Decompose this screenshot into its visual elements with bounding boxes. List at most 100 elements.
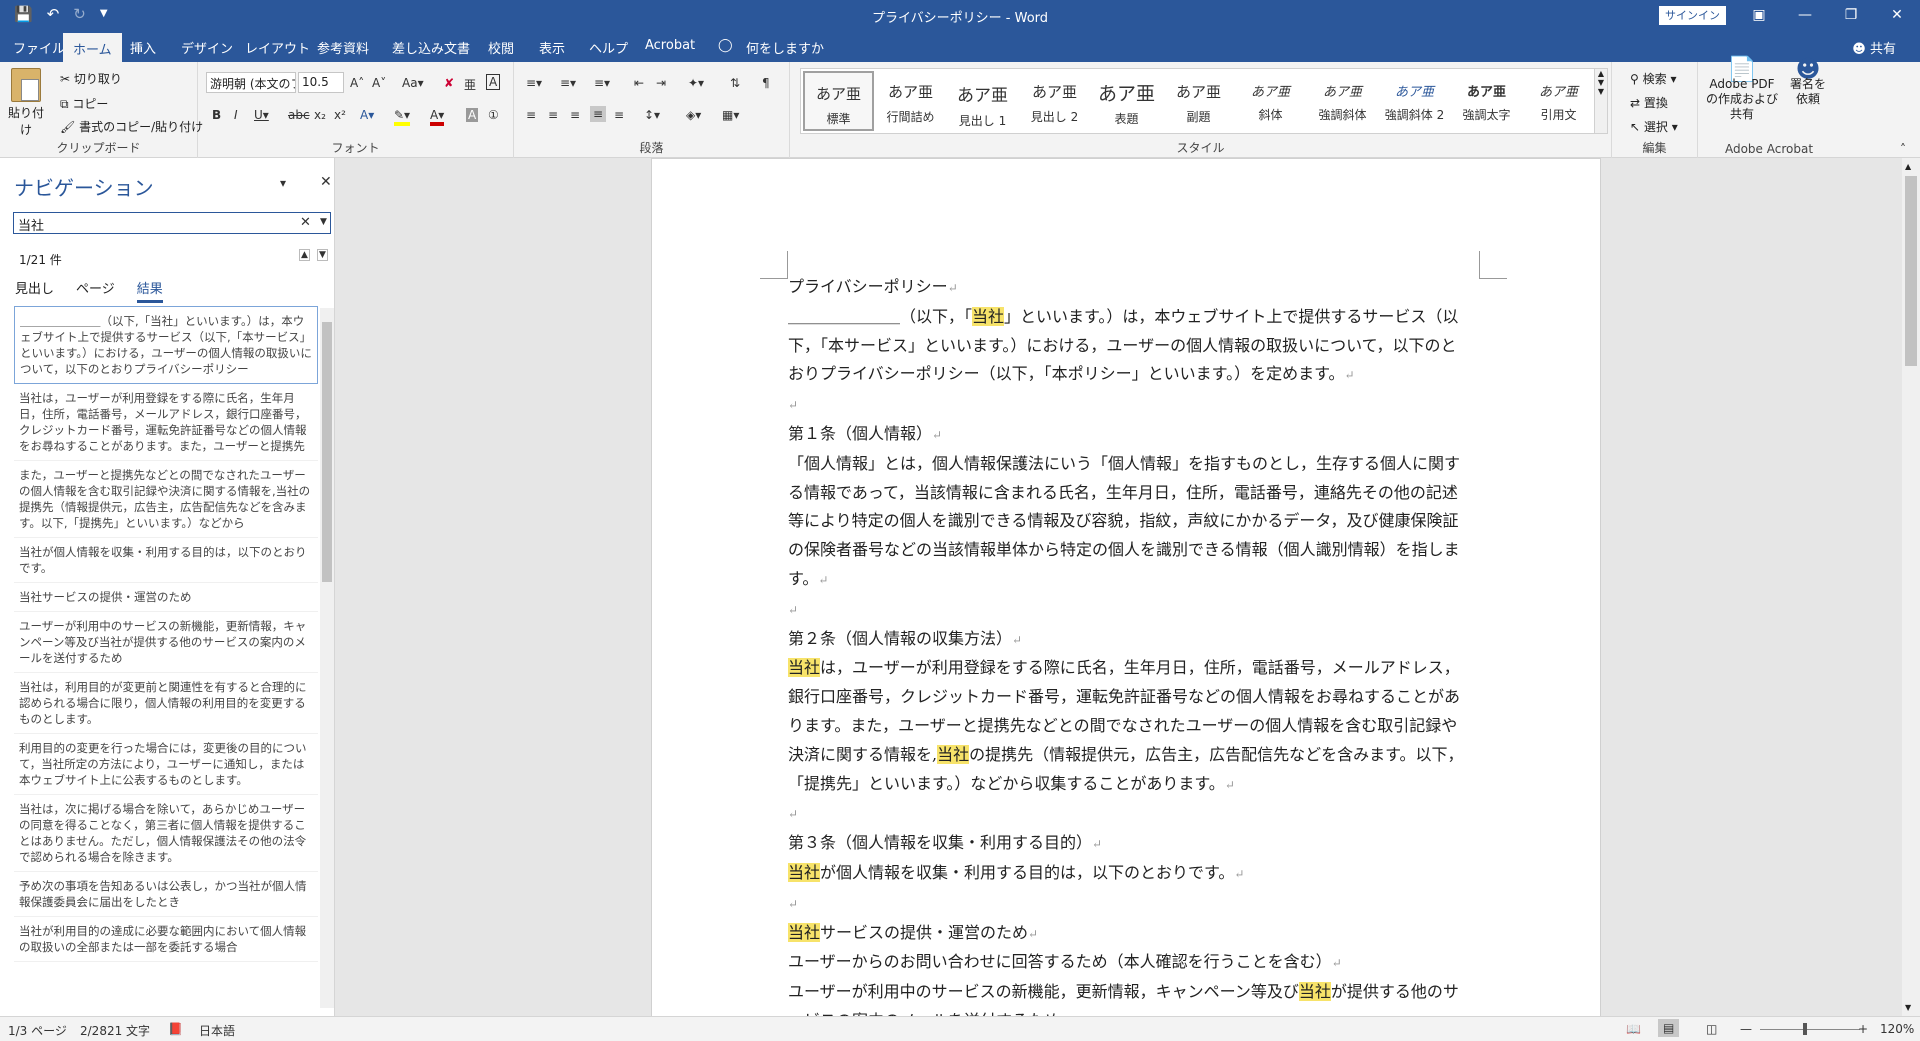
tab-review[interactable]: 校閲 (488, 38, 514, 57)
show-marks-icon[interactable]: ¶ (762, 76, 770, 90)
document-paragraph[interactable]: 第１条（個人情報）↵ (788, 420, 1468, 450)
tab-design[interactable]: デザイン (181, 38, 233, 57)
numbering-icon[interactable]: ≡▾ (560, 76, 576, 90)
style-heading-1[interactable]: あア亜 見出し 1 (947, 71, 1018, 131)
decrease-indent-icon[interactable]: ⇤ (634, 76, 644, 90)
nav-tab-headings[interactable]: 見出し (15, 278, 54, 303)
result-item[interactable]: 当社が利用目的の達成に必要な範囲内において個人情報の取扱いの全部または一部を委託… (14, 917, 318, 962)
align-right-icon[interactable]: ≡ (570, 108, 580, 122)
character-shading-icon[interactable]: A (466, 108, 479, 122)
minimize-icon[interactable]: — (1782, 0, 1828, 30)
nav-tab-pages[interactable]: ページ (76, 278, 115, 303)
document-paragraph[interactable]: 当社サービスの提供・運営のため↵ (788, 919, 1468, 949)
justify-icon[interactable]: ≡ (590, 106, 607, 122)
result-item[interactable]: 利用目的の変更を行った場合には，変更後の目的について，当社所定の方法により，ユー… (14, 734, 318, 795)
shading-icon[interactable]: ◈▾ (686, 108, 701, 122)
underline-icon[interactable]: U▾ (254, 108, 269, 122)
nav-options-icon[interactable]: ▾ (280, 176, 286, 190)
enclose-characters-icon[interactable]: ① (488, 108, 499, 122)
restore-icon[interactable]: ❐ (1828, 0, 1874, 30)
tab-file[interactable]: ファイル (13, 38, 65, 57)
result-item[interactable]: 予め次の事項を告知あるいは公表し，かつ当社が個人情報保護委員会に届出をしたとき (14, 872, 318, 917)
print-layout-icon[interactable]: ▤ (1658, 1019, 1680, 1037)
font-name-box[interactable]: 游明朝 (本文のフ (206, 72, 296, 93)
document-paragraph[interactable]: ↵ (788, 889, 1468, 919)
tab-help[interactable]: ヘルプ (589, 38, 628, 57)
style-gallery-more-button[interactable]: ▲ ▼ ▼ (1594, 68, 1608, 134)
result-item[interactable]: ＿＿＿＿＿＿＿（以下,「当社」といいます。）は，本ウェブサイト上で提供するサービ… (14, 306, 318, 384)
tell-me-box[interactable]: 何をしますか (746, 38, 824, 57)
style-strong[interactable]: あア亜 強調太字 (1451, 71, 1522, 131)
request-signature-button[interactable]: ☻ 署名を依頼 (1788, 57, 1828, 107)
character-border-icon[interactable]: A (486, 74, 501, 90)
result-item[interactable]: 当社は，利用目的が変更前と関連性を有すると合理的に認められる場合に限り，個人情報… (14, 673, 318, 734)
document-body[interactable]: プライバシーポリシー↵ ＿＿＿＿＿＿＿（以下，「当社」といいます。）は，本ウェブサ… (788, 273, 1468, 1016)
collapse-ribbon-icon[interactable]: ˄ (1900, 142, 1906, 156)
tab-insert[interactable]: 挿入 (130, 38, 156, 57)
zoom-slider[interactable] (1760, 1029, 1860, 1030)
document-paragraph[interactable]: 第３条（個人情報を収集・利用する目的）↵ (788, 829, 1468, 859)
style-intense-emphasis[interactable]: あア亜 強調斜体 (1307, 71, 1378, 131)
result-item[interactable]: 当社サービスの提供・運営のため (14, 583, 318, 612)
style-quote[interactable]: あア亜 引用文 (1523, 71, 1594, 131)
proofing-icon[interactable]: 📕 (168, 1022, 183, 1036)
style-subtitle[interactable]: あア亜 副題 (1163, 71, 1234, 131)
replace-button[interactable]: ⇄ 置換 (1630, 94, 1668, 111)
language-indicator[interactable]: 日本語 (199, 1022, 235, 1039)
style-normal[interactable]: あア亜 標準 (803, 71, 874, 131)
result-item[interactable]: また，ユーザーと提携先などとの間でなされたユーザーの個人情報を含む取引記録や決済… (14, 461, 318, 538)
ribbon-display-options-icon[interactable]: ▣ (1736, 0, 1782, 30)
search-options-icon[interactable]: ▼ (320, 217, 327, 227)
share-button[interactable]: ☻ 共有 (1852, 38, 1896, 57)
sign-in-button[interactable]: サインイン (1659, 6, 1726, 25)
zoom-out-icon[interactable]: — (1740, 1022, 1752, 1036)
style-title[interactable]: あア亜 表題 (1091, 71, 1162, 131)
copy-button[interactable]: ⧉ コピー (60, 95, 108, 112)
sort-icon[interactable]: ⇅ (730, 76, 740, 90)
nav-close-icon[interactable]: ✕ (320, 174, 332, 190)
close-icon[interactable]: ✕ (1874, 0, 1920, 30)
style-intense-emphasis-2[interactable]: あア亜 強調斜体 2 (1379, 71, 1450, 131)
zoom-slider-thumb[interactable] (1803, 1023, 1807, 1035)
distributed-icon[interactable]: ≡ (614, 108, 624, 122)
tab-home[interactable]: ホーム (63, 33, 122, 62)
bold-icon[interactable]: B (212, 108, 221, 122)
zoom-level[interactable]: 120% (1880, 1022, 1914, 1036)
paste-button[interactable]: 貼り付け (6, 68, 46, 138)
tab-view[interactable]: 表示 (539, 38, 565, 57)
style-no-spacing[interactable]: あア亜 行間詰め (875, 71, 946, 131)
tab-acrobat[interactable]: Acrobat (645, 38, 695, 53)
align-center-icon[interactable]: ≡ (548, 108, 558, 122)
read-mode-icon[interactable]: 📖 (1626, 1022, 1641, 1036)
results-scrollbar[interactable] (320, 308, 334, 1008)
page-indicator[interactable]: 1/3 ページ (8, 1022, 67, 1039)
result-item[interactable]: 当社が個人情報を収集・利用する目的は，以下のとおりです。 (14, 538, 318, 583)
style-emphasis[interactable]: あア亜 斜体 (1235, 71, 1306, 131)
tab-layout[interactable]: レイアウト (245, 38, 310, 57)
nav-search-input[interactable]: 当社 (13, 212, 331, 234)
document-paragraph[interactable]: プライバシーポリシー↵ (788, 273, 1468, 303)
select-button[interactable]: ↖ 選択 ▾ (1630, 118, 1678, 135)
document-paragraph[interactable]: ↵ (788, 799, 1468, 829)
create-pdf-button[interactable]: 📄 Adobe PDF の作成および共有 (1704, 57, 1780, 122)
document-paragraph[interactable]: ↵ (788, 390, 1468, 420)
zoom-in-icon[interactable]: + (1858, 1022, 1868, 1036)
word-count[interactable]: 2/2821 文字 (80, 1022, 150, 1039)
result-item[interactable]: 当社は，ユーザーが利用登録をする際に氏名，生年月日，住所，電話番号，メールアドレ… (14, 384, 318, 461)
align-left-icon[interactable]: ≡ (526, 108, 536, 122)
web-layout-icon[interactable]: ◫ (1706, 1022, 1717, 1036)
document-page[interactable]: プライバシーポリシー↵ ＿＿＿＿＿＿＿（以下，「当社」といいます。）は，本ウェブサ… (651, 158, 1601, 1016)
scroll-down-icon[interactable]: ▼ (1905, 1003, 1911, 1012)
font-color-icon[interactable]: A▾ (430, 108, 445, 126)
shrink-font-icon[interactable]: A˅ (372, 76, 386, 90)
style-heading-2[interactable]: あア亜 見出し 2 (1019, 71, 1090, 131)
format-painter-button[interactable]: 🖌 書式のコピー/貼り付け (60, 118, 203, 135)
strikethrough-icon[interactable]: abc (288, 108, 310, 122)
grow-font-icon[interactable]: A˄ (350, 76, 364, 90)
cut-button[interactable]: ✂ 切り取り (60, 70, 122, 87)
font-size-box[interactable]: 10.5 (298, 72, 344, 93)
italic-icon[interactable]: I (234, 108, 238, 122)
document-paragraph[interactable]: 「個人情報」とは，個人情報保護法にいう「個人情報」を指すものとし，生存する個人に… (788, 450, 1468, 595)
multilevel-list-icon[interactable]: ≡▾ (594, 76, 610, 90)
document-paragraph[interactable]: ユーザーが利用中のサービスの新機能，更新情報，キャンペーン等及び当社が提供する他… (788, 978, 1468, 1016)
